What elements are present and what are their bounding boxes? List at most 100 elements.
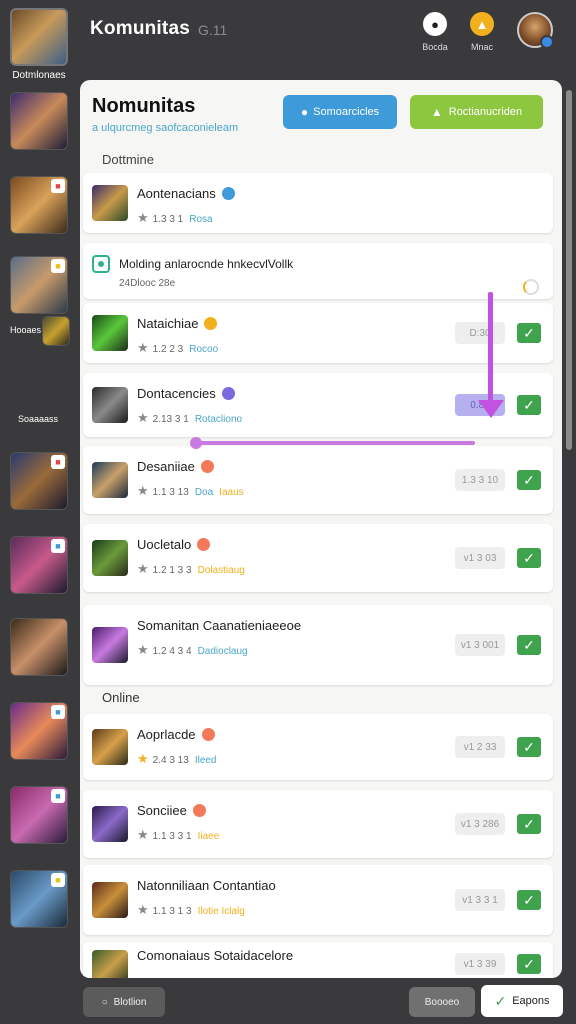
app-title-suffix: G.11 bbox=[198, 22, 228, 38]
drag-path-horizontal bbox=[195, 441, 475, 445]
sidebar-item-game-7[interactable] bbox=[10, 618, 68, 676]
checkbox-checked-icon[interactable]: ✓ bbox=[517, 323, 541, 343]
row-meta: ★ 1.3 3 1 Rosa bbox=[137, 210, 213, 226]
emoji-icon bbox=[192, 804, 206, 817]
rating-value: 1.2 1 3 3 bbox=[152, 565, 192, 576]
row-tag: Dolastiaug bbox=[197, 565, 245, 576]
sidebar-item-caption: Soaaaass bbox=[18, 414, 59, 424]
row-value-field[interactable]: D:30 bbox=[455, 322, 505, 344]
avatar[interactable] bbox=[517, 12, 554, 49]
checkbox-checked-icon[interactable]: ✓ bbox=[517, 395, 541, 415]
row-tag: Ilotie Iclalg bbox=[197, 906, 245, 917]
app-title: Komunitas bbox=[90, 18, 190, 39]
notice-icon bbox=[92, 255, 110, 273]
table-row[interactable]: Nataichiae ★ 1.2 2 3 Rocoo D:30 ✓ bbox=[83, 303, 553, 363]
sidebar-item-game-9[interactable]: ■ bbox=[10, 786, 68, 844]
sidebar-item-game-6[interactable]: ■ bbox=[10, 536, 68, 594]
row-meta: ★ 1.1 3 3 1 Iiaee bbox=[137, 827, 219, 843]
table-row[interactable]: Comonaiaus Sotaidacelore v1 3 39 ✓ bbox=[83, 942, 553, 978]
thumbs-up-icon: ▲ bbox=[430, 105, 443, 119]
table-row[interactable]: Aontenacians ★ 1.3 3 1 Rosa bbox=[83, 173, 553, 233]
checkbox-checked-icon[interactable]: ✓ bbox=[517, 548, 541, 568]
table-row[interactable]: Sonciiee ★ 1.1 3 3 1 Iiaee v1 3 286 ✓ bbox=[83, 790, 553, 858]
sidebar-badge-icon: ■ bbox=[51, 873, 65, 887]
row-title: Somanitan Caanatieniaeeoe bbox=[137, 618, 301, 633]
rating-value: 1.1 3 1 3 bbox=[152, 906, 192, 917]
row-meta: ★ 1.2 2 3 Rocoo bbox=[137, 340, 218, 356]
checkbox-checked-icon[interactable]: ✓ bbox=[517, 954, 541, 974]
row-value-field[interactable]: v1 3 39 bbox=[455, 953, 505, 975]
search-button[interactable]: ● Somoarcicles bbox=[283, 95, 397, 129]
checkbox-checked-icon[interactable]: ✓ bbox=[517, 814, 541, 834]
alerts-button[interactable]: ▲ Mnac bbox=[462, 12, 502, 52]
notice-text: Molding anlarocnde hnkecvlVollk bbox=[119, 257, 294, 271]
rating-value: 1.3 3 1 bbox=[152, 214, 184, 225]
top-bar: Komunitas G.11 ● Bocda ▲ Mnac bbox=[0, 0, 576, 76]
rating-value: 1.1 3 13 bbox=[152, 487, 189, 498]
checkbox-checked-icon[interactable]: ✓ bbox=[517, 890, 541, 910]
row-value-field[interactable]: v1 3 286 bbox=[455, 813, 505, 835]
notice-row[interactable]: Molding anlarocnde hnkecvlVollk 24Dlooc … bbox=[83, 243, 553, 299]
row-value-field[interactable]: v1 3 3 1 bbox=[455, 889, 505, 911]
row-title-text: Uocletalo bbox=[137, 537, 192, 552]
scrollbar[interactable] bbox=[566, 90, 572, 450]
sidebar-item-game-1[interactable] bbox=[10, 92, 68, 150]
game-thumbnail[interactable] bbox=[10, 8, 68, 66]
row-title: Aoprlacde bbox=[137, 727, 215, 742]
emoji-icon bbox=[204, 317, 218, 330]
sidebar-header: Dotmlonaes bbox=[12, 70, 66, 81]
sidebar-item-game-10[interactable]: ■ bbox=[10, 870, 68, 928]
star-icon: ★ bbox=[137, 642, 149, 657]
table-row[interactable]: Desaniiae ★ 1.1 3 13 Doa Iaaus 1.3 3 10 ✓ bbox=[83, 446, 553, 514]
sidebar-item-game-5[interactable]: ■ bbox=[10, 452, 68, 510]
row-title-text: Desaniiae bbox=[137, 459, 195, 474]
row-meta: ★ 2.4 3 13 Ileed bbox=[137, 751, 217, 767]
game-thumbnail bbox=[92, 950, 128, 978]
drag-handle[interactable] bbox=[190, 437, 202, 449]
table-row[interactable]: Somanitan Caanatieniaeeoe ★ 1.2 4 3 4 Dadio… bbox=[83, 605, 553, 685]
sidebar-badge-icon: ■ bbox=[51, 179, 65, 193]
row-value-field[interactable]: v1 3 001 bbox=[455, 634, 505, 656]
game-thumbnail bbox=[92, 315, 128, 351]
game-thumbnail bbox=[92, 729, 128, 765]
sidebar-item-game-4[interactable] bbox=[42, 316, 70, 346]
panel-title: Nomunitas bbox=[92, 95, 196, 117]
section-label-top: Dottmine bbox=[102, 152, 155, 167]
bottom-left-button[interactable]: ○ Blotlion bbox=[83, 987, 165, 1017]
row-title: Sonciiee bbox=[137, 803, 206, 818]
notifications-button[interactable]: ● Bocda bbox=[415, 12, 455, 52]
row-title: Aontenacians bbox=[137, 186, 235, 201]
rating-value: 2.4 3 13 bbox=[152, 755, 189, 766]
sidebar-badge-icon: ■ bbox=[51, 705, 65, 719]
row-tag-secondary: Iaaus bbox=[219, 487, 244, 498]
sidebar-item-game-2[interactable]: ■ bbox=[10, 176, 68, 234]
row-title: Nataichiae bbox=[137, 316, 218, 331]
checkbox-checked-icon[interactable]: ✓ bbox=[517, 470, 541, 490]
star-icon: ★ bbox=[137, 483, 149, 498]
row-value-field[interactable]: 1.3 3 10 bbox=[455, 469, 505, 491]
rating-value: 1.1 3 3 1 bbox=[152, 831, 192, 842]
sidebar-item-game-8[interactable]: ■ bbox=[10, 702, 68, 760]
table-row[interactable]: Aoprlacde ★ 2.4 3 13 Ileed v1 2 33 ✓ bbox=[83, 714, 553, 780]
row-value-field[interactable]: v1 2 33 bbox=[455, 736, 505, 758]
bottom-mid-label: Boooeo bbox=[424, 996, 460, 1008]
table-row[interactable]: Uocletalo ★ 1.2 1 3 3 Dolastiaug v1 3 03 ✓ bbox=[83, 524, 553, 592]
confirm-button[interactable]: ✓ Eapons bbox=[481, 985, 563, 1017]
rating-value: 2.13 3 1 bbox=[152, 414, 189, 425]
drag-path-vertical bbox=[488, 292, 493, 410]
row-value-field[interactable]: v1 3 03 bbox=[455, 547, 505, 569]
table-row[interactable]: Natonniliaan Contantiao ★ 1.1 3 1 3 Ilotie … bbox=[83, 865, 553, 935]
row-tag: Rocoo bbox=[189, 344, 219, 355]
bottom-mid-button[interactable]: Boooeo bbox=[409, 987, 475, 1017]
recommend-button[interactable]: ▲ Roctianucriden bbox=[410, 95, 543, 129]
row-title-text: Comonaiaus Sotaidacelore bbox=[137, 948, 294, 963]
row-title: Desaniiae bbox=[137, 459, 214, 474]
sidebar-item-game-3[interactable]: ■ bbox=[10, 256, 68, 314]
checkbox-checked-icon[interactable]: ✓ bbox=[517, 635, 541, 655]
star-icon: ★ bbox=[137, 902, 149, 917]
row-tag: Dadioclaug bbox=[197, 646, 248, 657]
row-title: Uocletalo bbox=[137, 537, 211, 552]
checkbox-checked-icon[interactable]: ✓ bbox=[517, 737, 541, 757]
row-tag: Iiaee bbox=[197, 831, 220, 842]
row-title-text: Nataichiae bbox=[137, 316, 199, 331]
